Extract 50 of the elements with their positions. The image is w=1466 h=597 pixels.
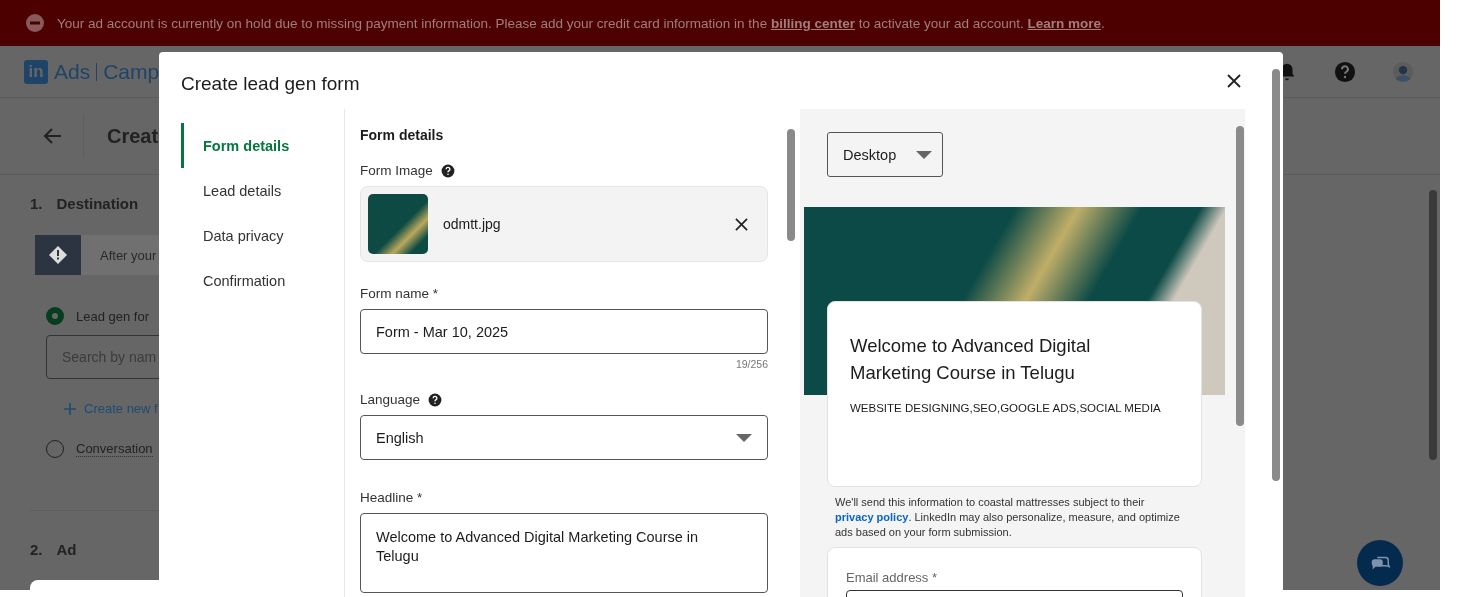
blocked-icon <box>25 13 45 33</box>
scrollbar[interactable] <box>787 129 795 241</box>
photo-placeholder <box>368 194 428 254</box>
product-name: Ads <box>54 59 91 84</box>
plus-icon <box>64 402 76 415</box>
nav-tab[interactable]: Confirmation <box>181 258 344 303</box>
option-label: Conversation <box>76 441 153 457</box>
field-label: Form Image <box>360 163 433 178</box>
nav-tab[interactable]: Data privacy <box>181 213 344 258</box>
step-title: Ad <box>56 540 77 558</box>
caret-icon <box>736 433 752 442</box>
scrollbar[interactable] <box>1429 190 1437 460</box>
character-counter: 19/256 <box>735 358 768 370</box>
file-name: odmtt.jpg <box>443 216 502 232</box>
language-dropdown[interactable]: English <box>360 415 768 460</box>
chat-button[interactable] <box>1357 540 1403 586</box>
help-icon[interactable] <box>428 392 443 407</box>
section-name: Camp <box>103 59 160 84</box>
step-title: Destination <box>56 194 139 212</box>
help-icon[interactable] <box>440 163 455 178</box>
billing-center-link[interactable]: billing center <box>770 15 855 31</box>
privacy-policy-link[interactable]: privacy policy <box>835 511 909 523</box>
field-label: Form name * <box>360 286 439 301</box>
scrollbar[interactable] <box>1236 126 1244 426</box>
field-label: Headline * <box>360 490 423 505</box>
step-number: 2. <box>30 540 43 558</box>
remove-icon[interactable] <box>733 215 750 233</box>
scrollbar[interactable] <box>1272 69 1280 481</box>
warning-icon <box>35 235 81 275</box>
alert-text: After your <box>100 247 157 263</box>
alert-message: Your ad account is currently on hold due to missing payment information. Please add your credit card information in the billing center to activate your ad account. Learn more. <box>57 15 1105 31</box>
option-label: Lead gen for <box>76 308 149 324</box>
headline-field[interactable]: Welcome to Advanced Digital Marketing Course in Telugu <box>360 513 768 593</box>
page-title: Creat <box>107 124 159 148</box>
caret-icon <box>916 150 932 159</box>
preview-details: WEBSITE DESIGNING,SEO,GOOGLE ADS,SOCIAL MEDIA <box>850 402 1162 414</box>
nav-tab[interactable]: Form details <box>181 123 344 168</box>
section-title: Form details <box>360 127 445 143</box>
avatar-icon[interactable] <box>1392 60 1414 83</box>
nav-tab[interactable]: Lead details <box>181 168 344 213</box>
field-label: Language <box>360 392 421 407</box>
radio-button[interactable] <box>46 307 64 325</box>
device-dropdown[interactable]: Desktop <box>827 132 943 177</box>
email-label: Email address * <box>846 570 938 585</box>
preview-headline: Welcome to Advanced Digital Marketing Course in Telugu <box>850 334 1092 385</box>
modal-title: Create lead gen form <box>181 71 360 95</box>
step-number: 1. <box>30 194 43 212</box>
learn-more-link[interactable]: Learn more <box>1027 15 1102 31</box>
privacy-notice: We'll send this information to coastal mattresses subject to their privacy policy. LinkedIn may also personalize, measure, and optimize ads based on your form submission. <box>835 495 1181 540</box>
form-name-field[interactable]: Form - Mar 10, 2025 <box>360 309 768 354</box>
